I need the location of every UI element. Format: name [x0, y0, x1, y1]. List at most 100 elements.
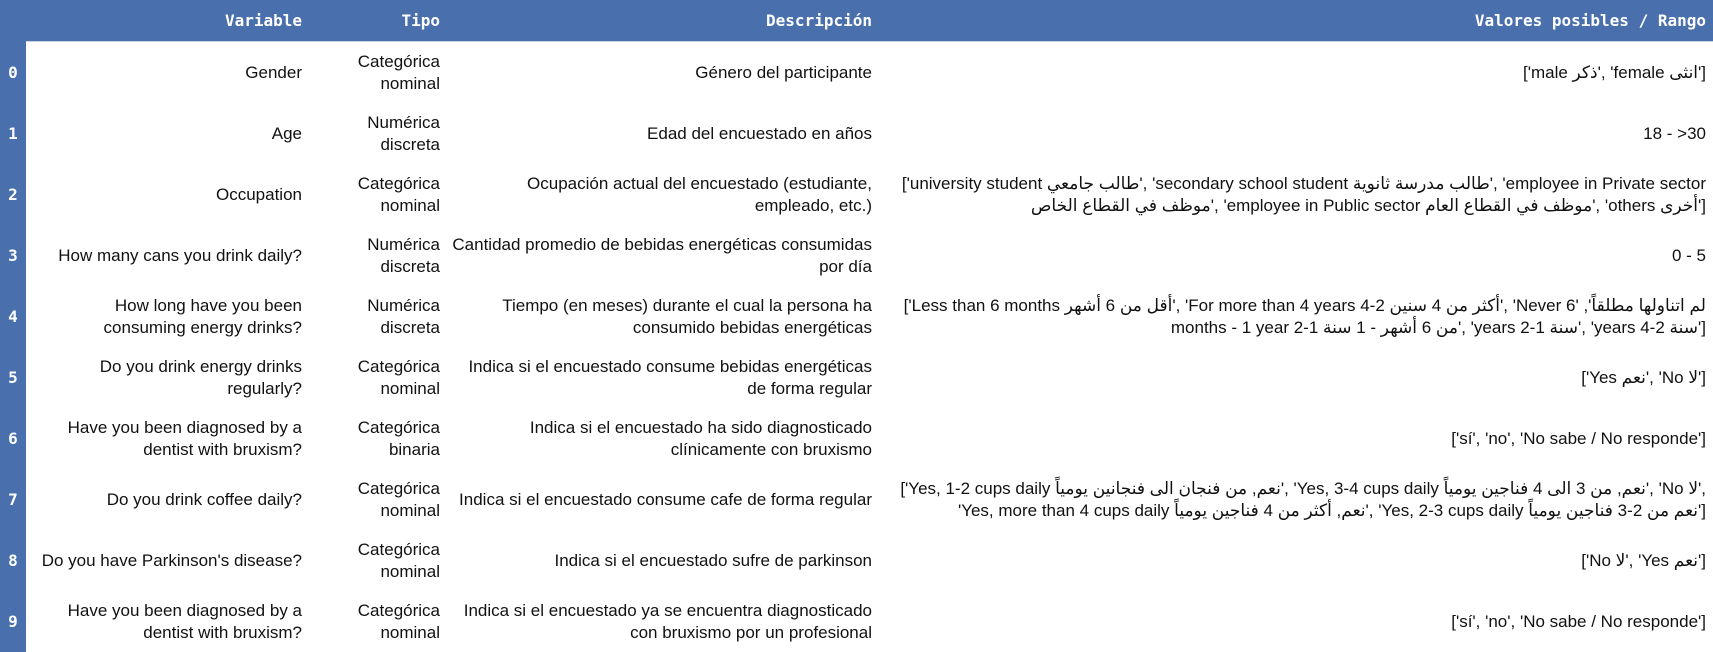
cell-variable-text: Have you been diagnosed by a dentist wit… — [67, 600, 302, 642]
cell-tipo: Numérica discreta — [310, 103, 440, 164]
cell-tipo-text: Numérica discreta — [367, 112, 440, 154]
row-index: 9 — [0, 591, 26, 652]
cell-descripcion-text: Indica si el encuestado consume cafe de … — [459, 489, 872, 509]
cell-variable-text: Gender — [245, 62, 302, 82]
cell-tipo: Numérica discreta — [310, 286, 440, 347]
cell-variable-text: Do you drink energy drinks regularly? — [99, 356, 302, 398]
cell-descripcion-text: Ocupación actual del encuestado (estudia… — [527, 173, 872, 215]
cell-valores: ['male ذكر', 'female انثى'] — [880, 42, 1706, 103]
cell-valores: ['sí', 'no', 'No sabe / No responde'] — [880, 591, 1706, 652]
cell-tipo: Categórica nominal — [310, 591, 440, 652]
row-index: 6 — [0, 408, 26, 469]
cell-tipo-text: Categórica nominal — [357, 51, 440, 93]
cell-descripcion: Tiempo (en meses) durante el cual la per… — [448, 286, 872, 347]
cell-valores-text: ['sí', 'no', 'No sabe / No responde'] — [1451, 611, 1706, 631]
cell-tipo-text: Categórica nominal — [357, 356, 440, 398]
cell-valores: ['Less than 6 months أقل من 6 أشهر', 'Fo… — [880, 286, 1706, 347]
cell-descripcion: Indica si el encuestado consume bebidas … — [448, 347, 872, 408]
cell-tipo-text: Categórica binaria — [357, 417, 440, 459]
column-header-variable[interactable]: Variable — [26, 0, 302, 42]
cell-descripcion-text: Indica si el encuestado consume bebidas … — [468, 356, 872, 398]
row-index: 7 — [0, 469, 26, 530]
table-header: Variable Tipo Descripción Valores posibl… — [0, 0, 1713, 42]
table-row: 1 Age Numérica discreta Edad del encuestado… — [0, 103, 1713, 164]
cell-valores: ['Yes نعم', 'No لا'] — [880, 347, 1706, 408]
cell-tipo: Categórica nominal — [310, 42, 440, 103]
cell-tipo-text: Categórica nominal — [357, 478, 440, 520]
table-row: 4 How long have you been consuming energy… — [0, 286, 1713, 347]
cell-valores-text: ['Yes, 1-2 cups daily نعم, من فنجان الى … — [900, 478, 1706, 520]
cell-valores: 18 - >30 — [880, 103, 1706, 164]
cell-descripcion-text: Género del participante — [695, 62, 872, 82]
cell-descripcion-text: Cantidad promedio de bebidas energéticas… — [452, 234, 872, 276]
cell-variable-text: Do you have Parkinson's disease? — [41, 550, 302, 570]
cell-descripcion: Indica si el encuestado ya se encuentra … — [448, 591, 872, 652]
cell-variable-text: How long have you been consuming energy … — [103, 295, 302, 337]
column-header-descripcion[interactable]: Descripción — [448, 0, 872, 42]
cell-valores-text: ['university student طالب جامعي', 'secon… — [901, 173, 1706, 215]
table-row: 5 Do you drink energy drinks regularly? Ca… — [0, 347, 1713, 408]
cell-variable: Do you have Parkinson's disease? — [34, 530, 302, 591]
cell-variable-text: How many cans you drink daily? — [58, 245, 302, 265]
cell-tipo-text: Categórica nominal — [357, 173, 440, 215]
row-index: 0 — [0, 42, 26, 103]
cell-variable: Have you been diagnosed by a dentist wit… — [34, 408, 302, 469]
cell-valores: 0 - 5 — [880, 225, 1706, 286]
cell-valores: ['sí', 'no', 'No sabe / No responde'] — [880, 408, 1706, 469]
cell-variable: Do you drink energy drinks regularly? — [34, 347, 302, 408]
row-index: 2 — [0, 164, 26, 225]
cell-variable: Gender — [34, 42, 302, 103]
cell-descripcion: Ocupación actual del encuestado (estudia… — [448, 164, 872, 225]
table-row: 7 Do you drink coffee daily? Categórica no… — [0, 469, 1713, 530]
cell-tipo: Categórica binaria — [310, 408, 440, 469]
cell-valores: ['university student طالب جامعي', 'secon… — [880, 164, 1706, 225]
cell-descripcion: Indica si el encuestado consume cafe de … — [448, 469, 872, 530]
cell-tipo-text: Categórica nominal — [357, 600, 440, 642]
cell-descripcion: Género del participante — [448, 42, 872, 103]
cell-tipo: Categórica nominal — [310, 530, 440, 591]
cell-descripcion: Edad del encuestado en años — [448, 103, 872, 164]
column-header-valores[interactable]: Valores posibles / Rango — [880, 0, 1706, 42]
cell-tipo-text: Categórica nominal — [357, 539, 440, 581]
table-row: 2 Occupation Categórica nominal Ocupación a… — [0, 164, 1713, 225]
cell-valores-text: 0 - 5 — [1671, 245, 1706, 265]
cell-valores-text: ['Less than 6 months أقل من 6 أشهر', 'Fo… — [903, 295, 1706, 337]
table-row: 9 Have you been diagnosed by a dentist wi… — [0, 591, 1713, 652]
data-table: Variable Tipo Descripción Valores posibl… — [0, 0, 1713, 652]
cell-variable: How long have you been consuming energy … — [34, 286, 302, 347]
cell-variable-text: Occupation — [216, 184, 302, 204]
cell-variable: How many cans you drink daily? — [34, 225, 302, 286]
row-index: 8 — [0, 530, 26, 591]
table-row: 0 Gender Categórica nominal Género del part… — [0, 42, 1713, 103]
cell-valores: ['No لا', 'Yes نعم'] — [880, 530, 1706, 591]
cell-variable-text: Age — [271, 123, 302, 143]
cell-variable: Do you drink coffee daily? — [34, 469, 302, 530]
cell-tipo: Categórica nominal — [310, 347, 440, 408]
column-header-tipo[interactable]: Tipo — [310, 0, 440, 42]
cell-descripcion: Indica si el encuestado sufre de parkins… — [448, 530, 872, 591]
row-index: 5 — [0, 347, 26, 408]
cell-descripcion-text: Indica si el encuestado ya se encuentra … — [463, 600, 872, 642]
cell-tipo: Categórica nominal — [310, 469, 440, 530]
row-index: 4 — [0, 286, 26, 347]
cell-tipo-text: Numérica discreta — [367, 295, 440, 337]
cell-variable: Occupation — [34, 164, 302, 225]
cell-valores-text: 18 - >30 — [1643, 123, 1706, 143]
row-index: 3 — [0, 225, 26, 286]
cell-tipo-text: Numérica discreta — [367, 234, 440, 276]
cell-variable: Age — [34, 103, 302, 164]
row-index: 1 — [0, 103, 26, 164]
cell-descripcion-text: Edad del encuestado en años — [647, 123, 872, 143]
cell-valores-text: ['No لا', 'Yes نعم'] — [1581, 550, 1706, 570]
table-row: 8 Do you have Parkinson's disease? Categór… — [0, 530, 1713, 591]
cell-descripcion-text: Indica si el encuestado sufre de parkins… — [554, 550, 872, 570]
cell-descripcion: Cantidad promedio de bebidas energéticas… — [448, 225, 872, 286]
cell-valores-text: ['male ذكر', 'female انثى'] — [1522, 62, 1706, 82]
cell-descripcion-text: Tiempo (en meses) durante el cual la per… — [502, 295, 872, 337]
cell-tipo: Categórica nominal — [310, 164, 440, 225]
cell-valores-text: ['Yes نعم', 'No لا'] — [1581, 367, 1706, 387]
cell-descripcion-text: Indica si el encuestado ha sido diagnost… — [529, 417, 872, 459]
cell-variable-text: Do you drink coffee daily? — [106, 489, 302, 509]
table-row: 6 Have you been diagnosed by a dentist wi… — [0, 408, 1713, 469]
cell-valores: ['Yes, 1-2 cups daily نعم, من فنجان الى … — [880, 469, 1706, 530]
